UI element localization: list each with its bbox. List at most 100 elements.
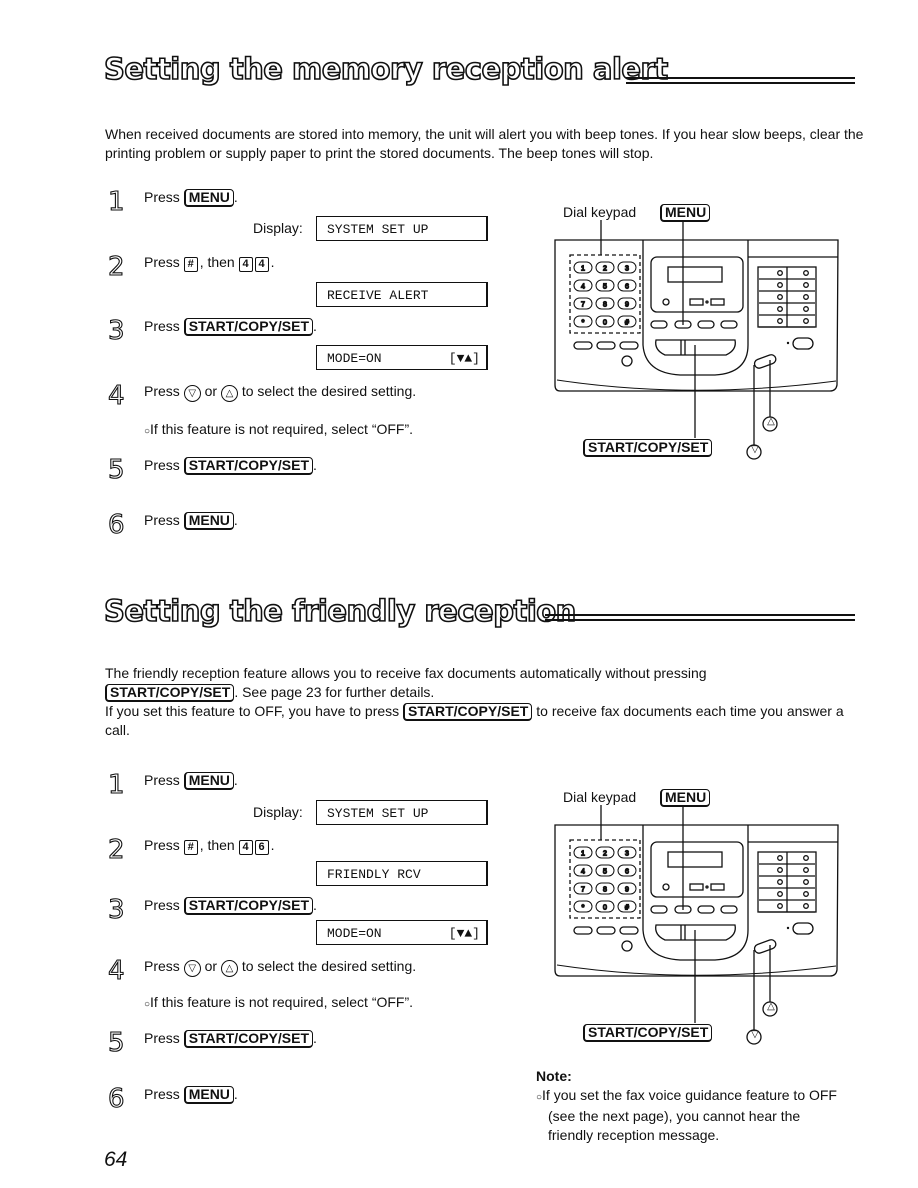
step-text: If this feature is not required, select … [150, 994, 414, 1010]
step-text: Press [144, 318, 180, 334]
up-arrow-key-icon: △ [767, 1001, 775, 1012]
intro-paragraph: When received documents are stored into … [105, 126, 864, 161]
step-text: Press [144, 837, 180, 853]
note-body: ○If you set the fax voice guidance featu… [536, 1086, 846, 1145]
keypad-key-label: 2 [603, 851, 607, 858]
step-number: 1 [107, 187, 125, 217]
fax-control-panel-illustration: 1 2 3 4 5 6 7 8 9 * 0 # [554, 805, 839, 1045]
step-5: Press START/COPY/SET. [144, 1030, 317, 1048]
start-copy-set-key: START/COPY/SET [403, 702, 533, 721]
step-text: , then [199, 254, 235, 270]
keypad-key-label: 8 [603, 302, 607, 309]
step-number: 5 [107, 455, 125, 485]
down-arrow-key-icon: ▽ [183, 960, 201, 977]
step-2: Press #, then 46. [144, 837, 275, 855]
start-copy-set-key-label: START/COPY/SET [583, 1024, 713, 1042]
keypad-key-label: * [582, 320, 585, 327]
down-arrow-key-icon: ▽ [751, 444, 759, 455]
step-4-bullet: ○If this feature is not required, select… [144, 994, 413, 1010]
keypad-key-label: 1 [581, 266, 585, 273]
step-4: Press ▽ or △ to select the desired setti… [144, 958, 416, 977]
step-text: , then [199, 837, 235, 853]
step-1: Press MENU. [144, 772, 238, 790]
intro-text: If you set this feature to OFF, you have… [105, 702, 400, 719]
keypad-key-label: 0 [603, 320, 607, 327]
step-text: to select the desired setting. [241, 958, 417, 974]
section-title-friendly-reception: Setting the friendly reception [103, 593, 577, 629]
lcd-text: MODE=ON [327, 926, 382, 941]
keypad-key-label: 1 [581, 851, 585, 858]
keypad-key-label: 4 [581, 284, 585, 291]
keypad-key-label: 5 [603, 284, 607, 291]
step-2: Press #, then 44. [144, 254, 275, 272]
keypad-key-label: 3 [625, 851, 629, 858]
display-label: Display: [253, 220, 303, 236]
step-6: Press MENU. [144, 1086, 238, 1104]
step-text: to select the desired setting. [241, 383, 417, 399]
up-arrow-key-icon: △ [220, 385, 238, 402]
step-6: Press MENU. [144, 512, 238, 530]
step-number: 1 [107, 770, 125, 800]
step-number: 6 [107, 510, 125, 540]
start-copy-set-key: START/COPY/SET [183, 457, 313, 475]
dial-keypad-label: Dial keypad [563, 789, 637, 805]
menu-key: MENU [183, 189, 234, 207]
step-number: 2 [107, 252, 125, 282]
step-number: 3 [107, 316, 125, 346]
lcd-display: MODE=ON [▼▲] [316, 920, 488, 945]
menu-key: MENU [183, 772, 234, 790]
fax-panel-diagram: 1 2 3 4 5 6 7 8 9 * 0 # Dial keypad MENU START/COPY… [540, 195, 850, 470]
step-number: 2 [107, 835, 125, 865]
step-text: Press [144, 958, 180, 974]
step-number: 6 [107, 1084, 125, 1114]
step-text: Press [144, 383, 180, 399]
start-copy-set-key-label: START/COPY/SET [583, 439, 713, 457]
digit-key: 6 [254, 840, 269, 855]
keypad-key-label: 9 [625, 887, 629, 894]
note-heading: Note: [536, 1068, 572, 1084]
menu-key: MENU [183, 512, 234, 530]
lcd-display: MODE=ON [▼▲] [316, 345, 488, 370]
keypad-key-label: # [625, 905, 629, 912]
lcd-display: RECEIVE ALERT [316, 282, 488, 307]
step-text: or [204, 958, 218, 974]
step-text: Press [144, 512, 180, 528]
step-4: Press ▽ or △ to select the desired setti… [144, 383, 416, 402]
step-4-bullet: ○If this feature is not required, select… [144, 421, 413, 437]
step-text: Press [144, 457, 180, 473]
section-title-memory-alert: Setting the memory reception alert [103, 51, 669, 87]
lcd-arrows: [▼▲] [448, 926, 480, 941]
menu-key-label: MENU [660, 204, 711, 222]
keypad-key-label: 7 [581, 887, 585, 894]
note: Note: ○If you set the fax voice guidance… [536, 1067, 846, 1145]
start-copy-set-key: START/COPY/SET [183, 1030, 313, 1048]
step-text: If this feature is not required, select … [150, 421, 414, 437]
up-arrow-key-icon: △ [767, 416, 775, 427]
intro-text: . See page 23 for further details. [234, 683, 435, 700]
digit-key: 4 [238, 257, 253, 272]
keypad-key-label: 7 [581, 302, 585, 309]
step-3: Press START/COPY/SET. [144, 897, 317, 915]
step-text: Press [144, 772, 180, 788]
menu-key: MENU [183, 1086, 234, 1104]
keypad-key-label: 9 [625, 302, 629, 309]
step-text: or [204, 383, 218, 399]
lcd-display: FRIENDLY RCV [316, 861, 488, 886]
step-1: Press MENU. [144, 189, 238, 207]
title-rule [545, 614, 855, 621]
intro-text: The friendly reception feature allows yo… [105, 665, 707, 681]
fax-panel-diagram: 1 2 3 4 5 6 7 8 9 * 0 # Dial keypad MENU START/COPY… [540, 780, 850, 1055]
keypad-key-label: 2 [603, 266, 607, 273]
step-5: Press START/COPY/SET. [144, 457, 317, 475]
keypad-key-label: * [582, 905, 585, 912]
step-number: 5 [107, 1028, 125, 1058]
keypad-key-label: 0 [603, 905, 607, 912]
down-arrow-key-icon: ▽ [751, 1029, 759, 1040]
intro-paragraph: The friendly reception feature allows yo… [105, 664, 865, 739]
digit-key: 4 [238, 840, 253, 855]
start-copy-set-key: START/COPY/SET [105, 683, 235, 702]
step-number: 4 [107, 381, 125, 411]
keypad-key-label: 6 [625, 284, 629, 291]
step-text: Press [144, 254, 180, 270]
keypad-key-label: 3 [625, 266, 629, 273]
